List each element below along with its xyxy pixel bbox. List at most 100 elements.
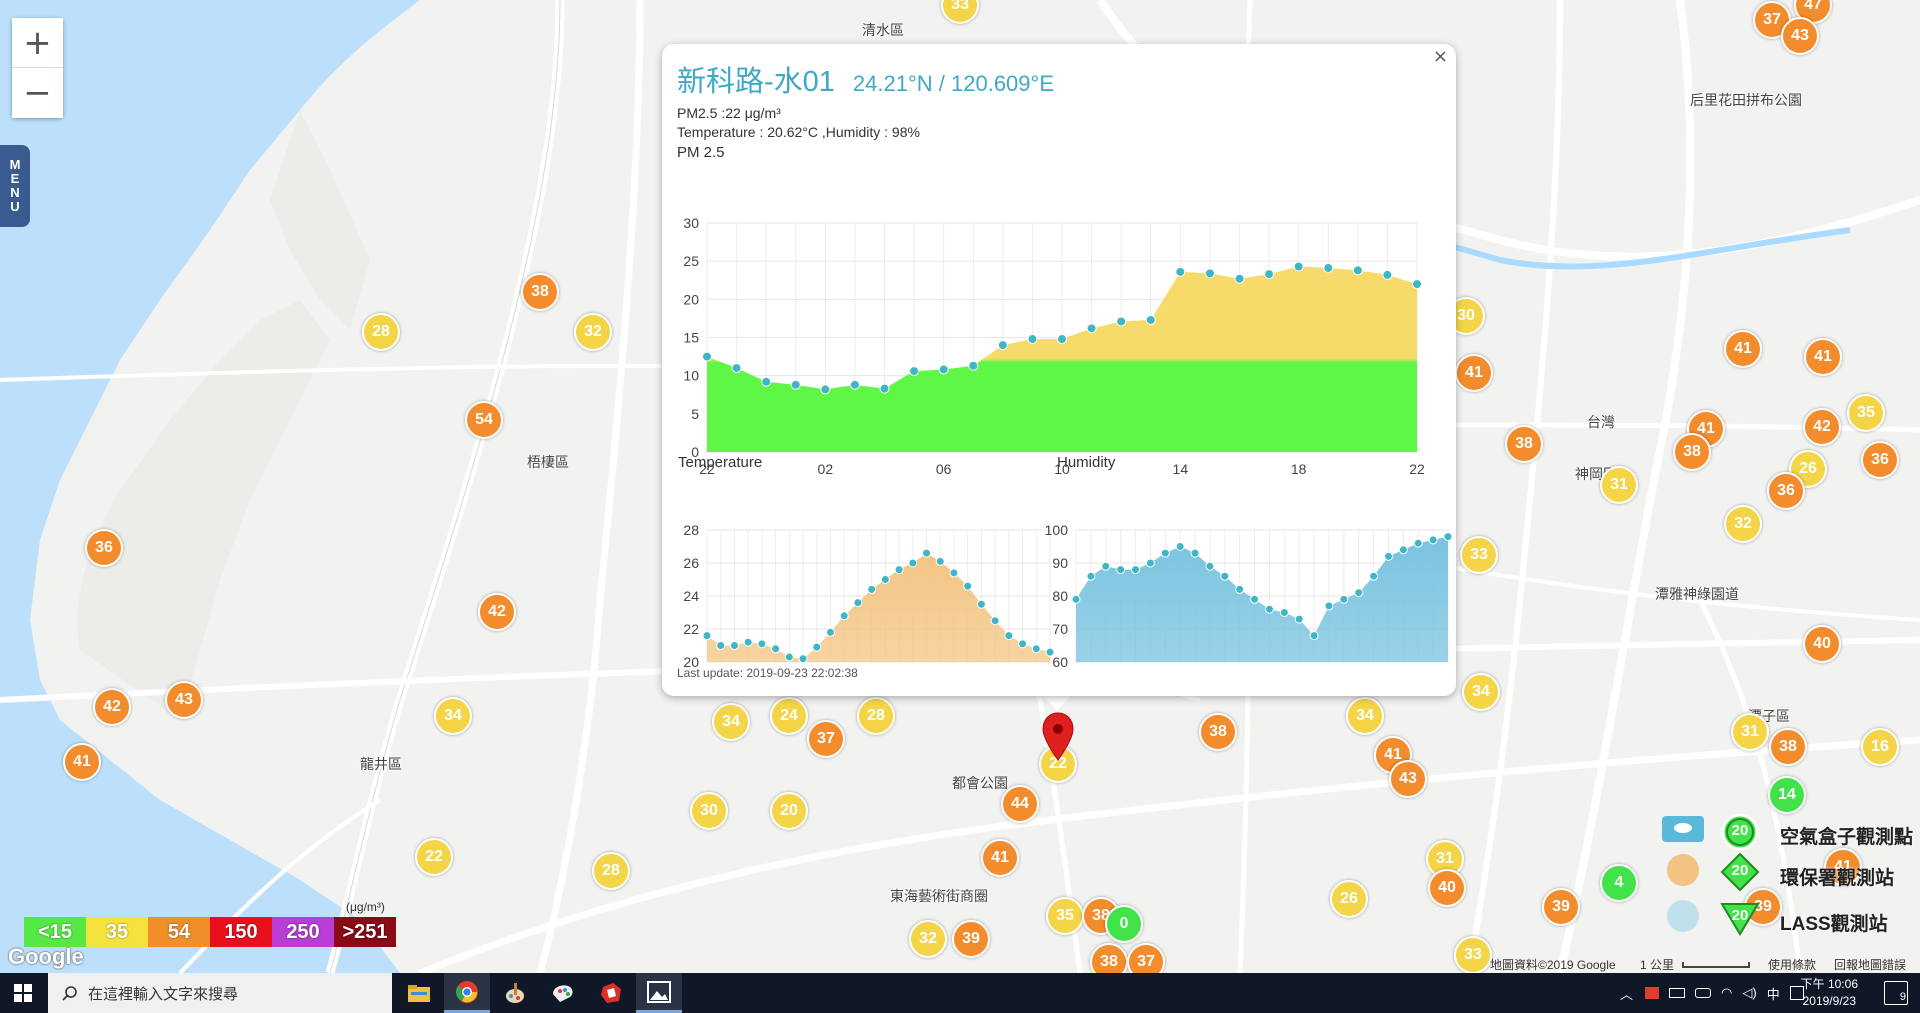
wifi-icon[interactable]: ◠ [1721,985,1732,1001]
station-marker[interactable]: 43 [1389,760,1427,798]
legend-epa-label: 環保署觀測站 [1780,868,1895,889]
station-marker[interactable]: 30 [690,792,728,830]
location-pin-icon[interactable] [1041,712,1075,762]
paint3d-icon[interactable] [540,973,586,1013]
y-tick-label: 22 [683,621,699,637]
station-marker[interactable]: 41 [1804,338,1842,376]
taskbar-clock[interactable]: 下午 10:06 2019/9/23 [1801,976,1858,1010]
station-marker[interactable]: 38 [1090,943,1128,973]
station-marker[interactable]: 38 [1673,433,1711,471]
humidity-chart-title: Humidity [1057,454,1116,471]
data-point [908,558,918,568]
station-marker[interactable]: 22 [415,838,453,876]
station-marker[interactable]: 37 [1127,943,1165,973]
station-marker[interactable]: 32 [574,313,612,351]
data-point [1412,279,1422,290]
ime-indicator[interactable]: 中 [1767,984,1780,1003]
data-point [1293,261,1304,272]
chevron-up-icon[interactable]: ︿ [1620,984,1633,1003]
station-marker[interactable]: 32 [1724,505,1762,543]
station-marker[interactable]: 33 [1460,536,1498,574]
pm-reading: PM2.5 :22 μg/m³ [677,105,781,121]
station-marker[interactable]: 39 [1542,888,1580,926]
data-point [1004,631,1014,641]
data-point [1352,265,1363,276]
station-marker[interactable]: 54 [465,401,503,439]
menu-tab[interactable]: M E N U [0,145,30,227]
station-marker[interactable]: 28 [592,852,630,890]
data-point [1354,588,1364,598]
station-marker[interactable]: 36 [1767,472,1805,510]
station-marker[interactable]: 37 [807,720,845,758]
station-marker[interactable]: 40 [1428,869,1466,907]
station-marker[interactable]: 38 [1769,728,1807,766]
battery-icon[interactable] [1669,988,1686,998]
photos-app-icon[interactable] [636,973,682,1013]
chrome-icon[interactable] [444,973,490,1013]
station-marker[interactable]: 42 [1803,408,1841,446]
close-icon[interactable]: × [1433,46,1448,67]
network-icon[interactable] [1695,988,1712,998]
data-point [1398,545,1408,555]
station-marker[interactable]: 35 [1847,394,1885,432]
data-point [798,654,808,664]
place-label: 台灣 [1587,414,1615,430]
station-marker[interactable]: 39 [952,920,990,958]
scale-bar [1682,962,1750,968]
data-point [1116,565,1126,575]
station-marker[interactable]: 41 [981,839,1019,877]
station-marker[interactable]: 31 [1600,466,1638,504]
y-tick-label: 30 [683,215,699,231]
station-marker[interactable]: 36 [85,529,123,567]
taskbar-search[interactable]: 在這裡輸入文字來搜尋 [48,973,392,1013]
station-marker[interactable]: 38 [1199,713,1237,751]
pm25-chart: 05101520253022 02 06 10 14 18 22 [683,215,1425,477]
windows-start-button[interactable] [0,973,46,1013]
station-marker[interactable]: 42 [93,688,131,726]
station-marker[interactable]: 33 [1454,936,1492,973]
station-marker[interactable]: 4 [1600,864,1638,902]
station-marker[interactable]: 41 [63,743,101,781]
notification-center-icon[interactable]: 9 [1884,981,1908,1005]
station-marker[interactable]: 26 [1330,880,1368,918]
file-explorer-icon[interactable] [396,973,442,1013]
station-marker[interactable]: 42 [478,593,516,631]
paint-app-icon[interactable] [492,973,538,1013]
station-marker[interactable]: 38 [521,273,559,311]
station-marker[interactable]: 28 [362,313,400,351]
sketchup-icon[interactable] [588,973,634,1013]
station-marker[interactable]: 36 [1861,441,1899,479]
data-point [1057,334,1067,345]
zoom-out-button[interactable]: − [12,68,63,118]
station-marker[interactable]: 41 [1455,354,1493,392]
report-error-link[interactable]: 回報地圖錯誤 [1834,956,1906,973]
legend-lass-label: LASS觀測站 [1780,914,1888,935]
station-marker[interactable]: 34 [1346,697,1384,735]
terms-link[interactable]: 使用條款 [1768,956,1816,973]
station-marker[interactable]: 28 [857,697,895,735]
station-marker[interactable]: 41 [1724,330,1762,368]
station-marker[interactable]: 40 [1803,625,1841,663]
data-point [963,581,973,591]
data-point [1018,639,1028,649]
station-marker[interactable]: 20 [770,792,808,830]
station-marker[interactable]: 0 [1105,905,1143,943]
data-point [1264,604,1274,614]
station-marker[interactable]: 14 [1768,776,1806,814]
station-marker[interactable]: 35 [1046,897,1084,935]
volume-icon[interactable]: ◁) [1742,985,1756,1001]
station-marker[interactable]: 32 [909,920,947,958]
station-marker[interactable]: 34 [712,703,750,741]
station-marker[interactable]: 34 [434,697,472,735]
station-marker[interactable]: 34 [1462,673,1500,711]
station-marker[interactable]: 31 [1731,713,1769,751]
station-marker[interactable]: 43 [1781,17,1819,55]
map-scale[interactable]: 1 公里 [1640,956,1674,973]
station-marker[interactable]: 43 [165,681,203,719]
zoom-in-button[interactable]: + [12,18,63,68]
station-marker[interactable]: 16 [1861,728,1899,766]
station-marker[interactable]: 44 [1001,785,1039,823]
station-marker[interactable]: 24 [770,697,808,735]
station-marker[interactable]: 38 [1505,425,1543,463]
security-icon[interactable] [1645,987,1660,999]
